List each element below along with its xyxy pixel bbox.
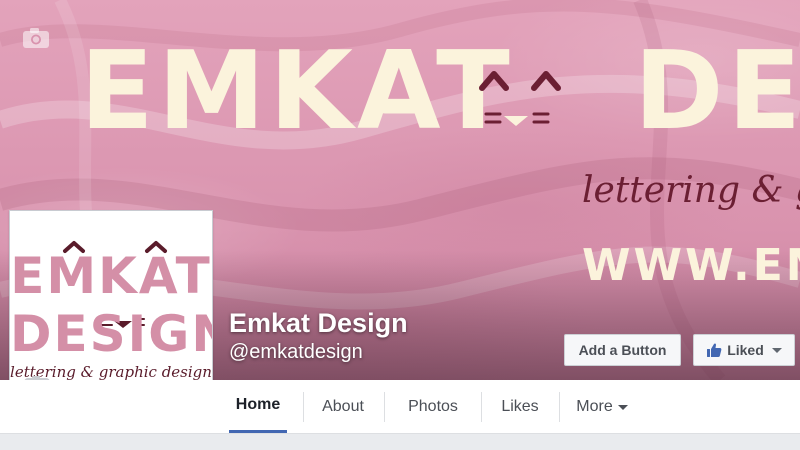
tab-more[interactable]: More — [559, 380, 645, 433]
chevron-down-icon — [771, 347, 782, 353]
cover-logo-title: EMKATDESIGN — [80, 38, 800, 146]
tab-about[interactable]: About — [303, 380, 383, 433]
tab-more-label: More — [576, 397, 613, 415]
cover-url: WWW.EMKATDESIGN.COM — [582, 240, 800, 291]
profile-logo-line2: DESIGN — [10, 305, 213, 363]
tab-likes[interactable]: Likes — [481, 380, 559, 433]
page-title: Emkat Design — [229, 308, 408, 338]
chevron-down-icon — [617, 405, 628, 410]
add-a-button-button[interactable]: Add a Button — [564, 334, 681, 366]
cover-title-left: EMKAT — [80, 29, 514, 154]
cover-title-right: DESIGN — [633, 29, 800, 154]
profile-logo-line1: EMKAT — [10, 247, 212, 305]
page-tab-bar: Home About Photos Likes More — [0, 380, 800, 434]
cover-tagline: lettering & graphic design — [582, 170, 800, 211]
page-username: @emkatdesign — [229, 341, 363, 363]
cat-face-icon — [479, 71, 561, 126]
liked-label: Liked — [727, 342, 764, 358]
thumbs-up-icon — [707, 343, 722, 357]
tab-photos[interactable]: Photos — [385, 380, 481, 433]
tab-home[interactable]: Home — [229, 380, 287, 433]
camera-icon[interactable] — [22, 27, 50, 49]
liked-button[interactable]: Liked — [693, 334, 795, 366]
